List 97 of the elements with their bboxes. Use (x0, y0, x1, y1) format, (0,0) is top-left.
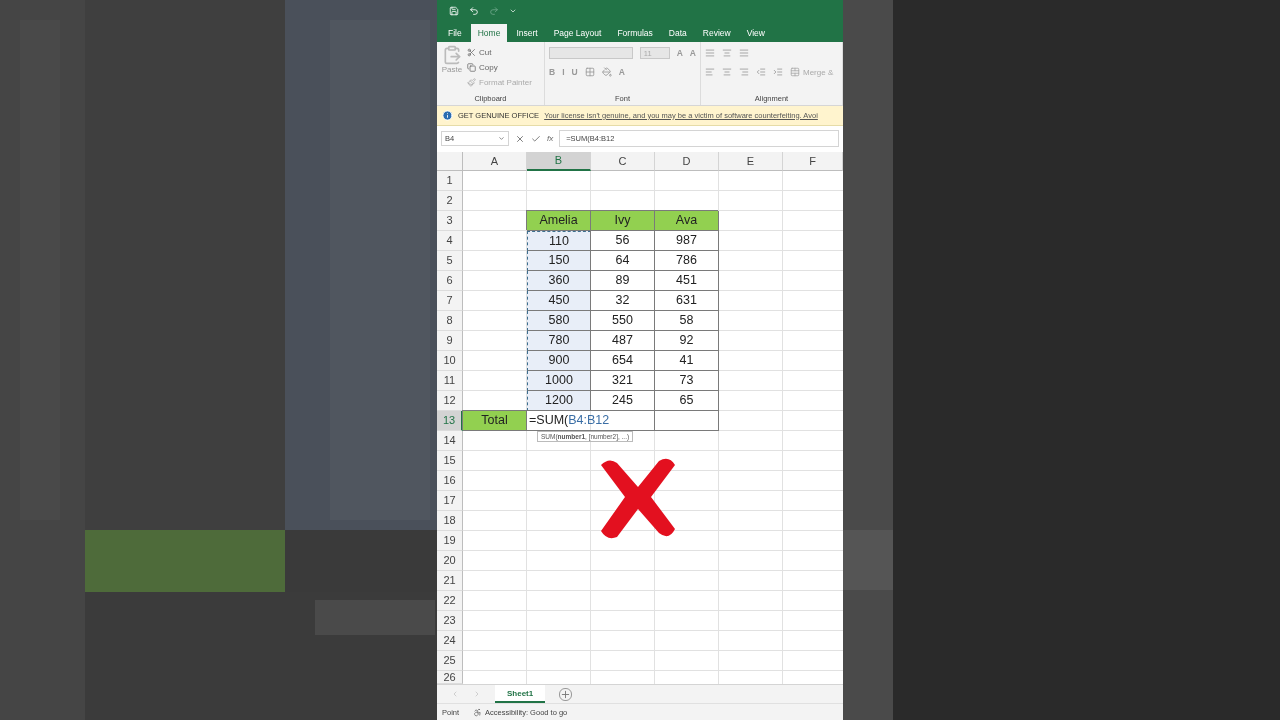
row-header[interactable]: 4 (437, 230, 463, 251)
table-cell: 65 (655, 390, 719, 411)
table-cell: 487 (591, 330, 655, 351)
table-cell: 73 (655, 370, 719, 391)
table-cell: 1000 (527, 370, 591, 391)
scroll-left-icon[interactable] (451, 690, 459, 699)
align-bottom-icon[interactable] (739, 48, 749, 59)
ribbon-tab[interactable]: Insert (509, 23, 545, 42)
table-cell: 32 (591, 290, 655, 311)
table-cell: Amelia (527, 210, 591, 231)
table-cell: 58 (655, 310, 719, 331)
table-cell: Ivy (591, 210, 655, 231)
ribbon-tab[interactable]: Formulas (610, 23, 660, 42)
ribbon-tab[interactable]: Data (661, 23, 694, 42)
row-header[interactable]: 9 (437, 330, 463, 351)
table-cell: 89 (591, 270, 655, 291)
enter-icon[interactable] (531, 133, 541, 144)
align-right-icon[interactable] (739, 67, 749, 78)
table-cell: 150 (527, 250, 591, 271)
increase-indent-icon[interactable] (773, 67, 783, 78)
table-cell: 786 (655, 250, 719, 271)
row-header[interactable]: 24 (437, 630, 463, 651)
merge-icon (790, 67, 800, 78)
row-header[interactable]: 1 (437, 170, 463, 191)
row-header[interactable]: 25 (437, 650, 463, 671)
font-name-field[interactable] (549, 47, 633, 60)
table-cell: 41 (655, 350, 719, 371)
align-top-icon[interactable] (705, 48, 715, 59)
copy-button[interactable]: Copy (467, 59, 532, 75)
ribbon-tab[interactable]: Home (470, 23, 508, 42)
fill-color-icon[interactable] (601, 67, 612, 78)
table-cell: 64 (591, 250, 655, 271)
row-header[interactable]: 8 (437, 310, 463, 331)
row-header[interactable]: 7 (437, 290, 463, 311)
borders-icon[interactable] (584, 67, 595, 78)
table-cell: 110 (527, 230, 591, 251)
sheet-tab[interactable]: Sheet1 (495, 685, 546, 704)
table-cell: 56 (591, 230, 655, 251)
table-cell[interactable] (655, 410, 719, 431)
cancel-icon[interactable] (515, 133, 525, 144)
row-header[interactable]: 5 (437, 250, 463, 271)
row-header[interactable]: 6 (437, 270, 463, 291)
table-cell: 321 (591, 370, 655, 391)
row-header[interactable]: 13 (437, 410, 463, 431)
row-header[interactable]: 12 (437, 390, 463, 411)
ribbon-tab[interactable]: Page Layout (546, 23, 609, 42)
table-cell: 900 (527, 350, 591, 371)
decrease-indent-icon[interactable] (756, 67, 766, 78)
table-cell: 580 (527, 310, 591, 331)
row-header[interactable]: 10 (437, 350, 463, 371)
row-header[interactable]: 15 (437, 450, 463, 471)
row-header[interactable]: 20 (437, 550, 463, 571)
row-header[interactable]: 3 (437, 210, 463, 231)
table-cell: 450 (527, 290, 591, 311)
new-sheet-icon[interactable] (559, 687, 573, 701)
table-cell: 451 (655, 270, 719, 291)
row-header[interactable]: 18 (437, 510, 463, 531)
ribbon-tab[interactable]: View (739, 23, 772, 42)
table-cell: 631 (655, 290, 719, 311)
table-cell: 92 (655, 330, 719, 351)
row-header[interactable]: 23 (437, 610, 463, 631)
undo-icon[interactable] (469, 5, 479, 16)
table-cell: 987 (655, 230, 719, 251)
row-header[interactable]: 16 (437, 470, 463, 491)
row-header[interactable]: 17 (437, 490, 463, 511)
cell-editor[interactable]: =SUM(B4:B12 (527, 410, 655, 431)
redo-icon[interactable] (489, 5, 499, 16)
accessibility-icon[interactable] (473, 707, 483, 717)
row-header[interactable]: 21 (437, 570, 463, 591)
info-icon (442, 109, 453, 121)
copy-icon (467, 62, 476, 72)
table-cell: 1200 (527, 390, 591, 411)
table-cell: 550 (591, 310, 655, 331)
cut-button[interactable]: Cut (467, 44, 532, 60)
scissors-icon (467, 47, 476, 57)
ribbon-tab[interactable]: File (441, 23, 469, 42)
caret-icon (498, 135, 505, 143)
table-cell: Ava (655, 210, 719, 231)
align-center-icon[interactable] (722, 67, 732, 78)
table-cell: 360 (527, 270, 591, 291)
align-left-icon[interactable] (705, 67, 715, 78)
row-header[interactable]: 22 (437, 590, 463, 611)
row-header[interactable]: 14 (437, 430, 463, 451)
scroll-right-icon[interactable] (473, 690, 481, 699)
table-cell: 654 (591, 350, 655, 371)
paste-icon[interactable] (442, 44, 462, 65)
row-header[interactable]: 11 (437, 370, 463, 391)
save-icon[interactable] (449, 5, 459, 16)
row-header[interactable]: 2 (437, 190, 463, 211)
table-cell: 245 (591, 390, 655, 411)
ribbon-tab[interactable]: Review (695, 23, 738, 42)
row-header[interactable]: 19 (437, 530, 463, 551)
brush-icon (467, 77, 476, 87)
insert-function-button[interactable]: fx (547, 134, 554, 144)
table-cell: 780 (527, 330, 591, 351)
table-cell: Total (463, 410, 527, 431)
align-middle-icon[interactable] (722, 48, 732, 59)
